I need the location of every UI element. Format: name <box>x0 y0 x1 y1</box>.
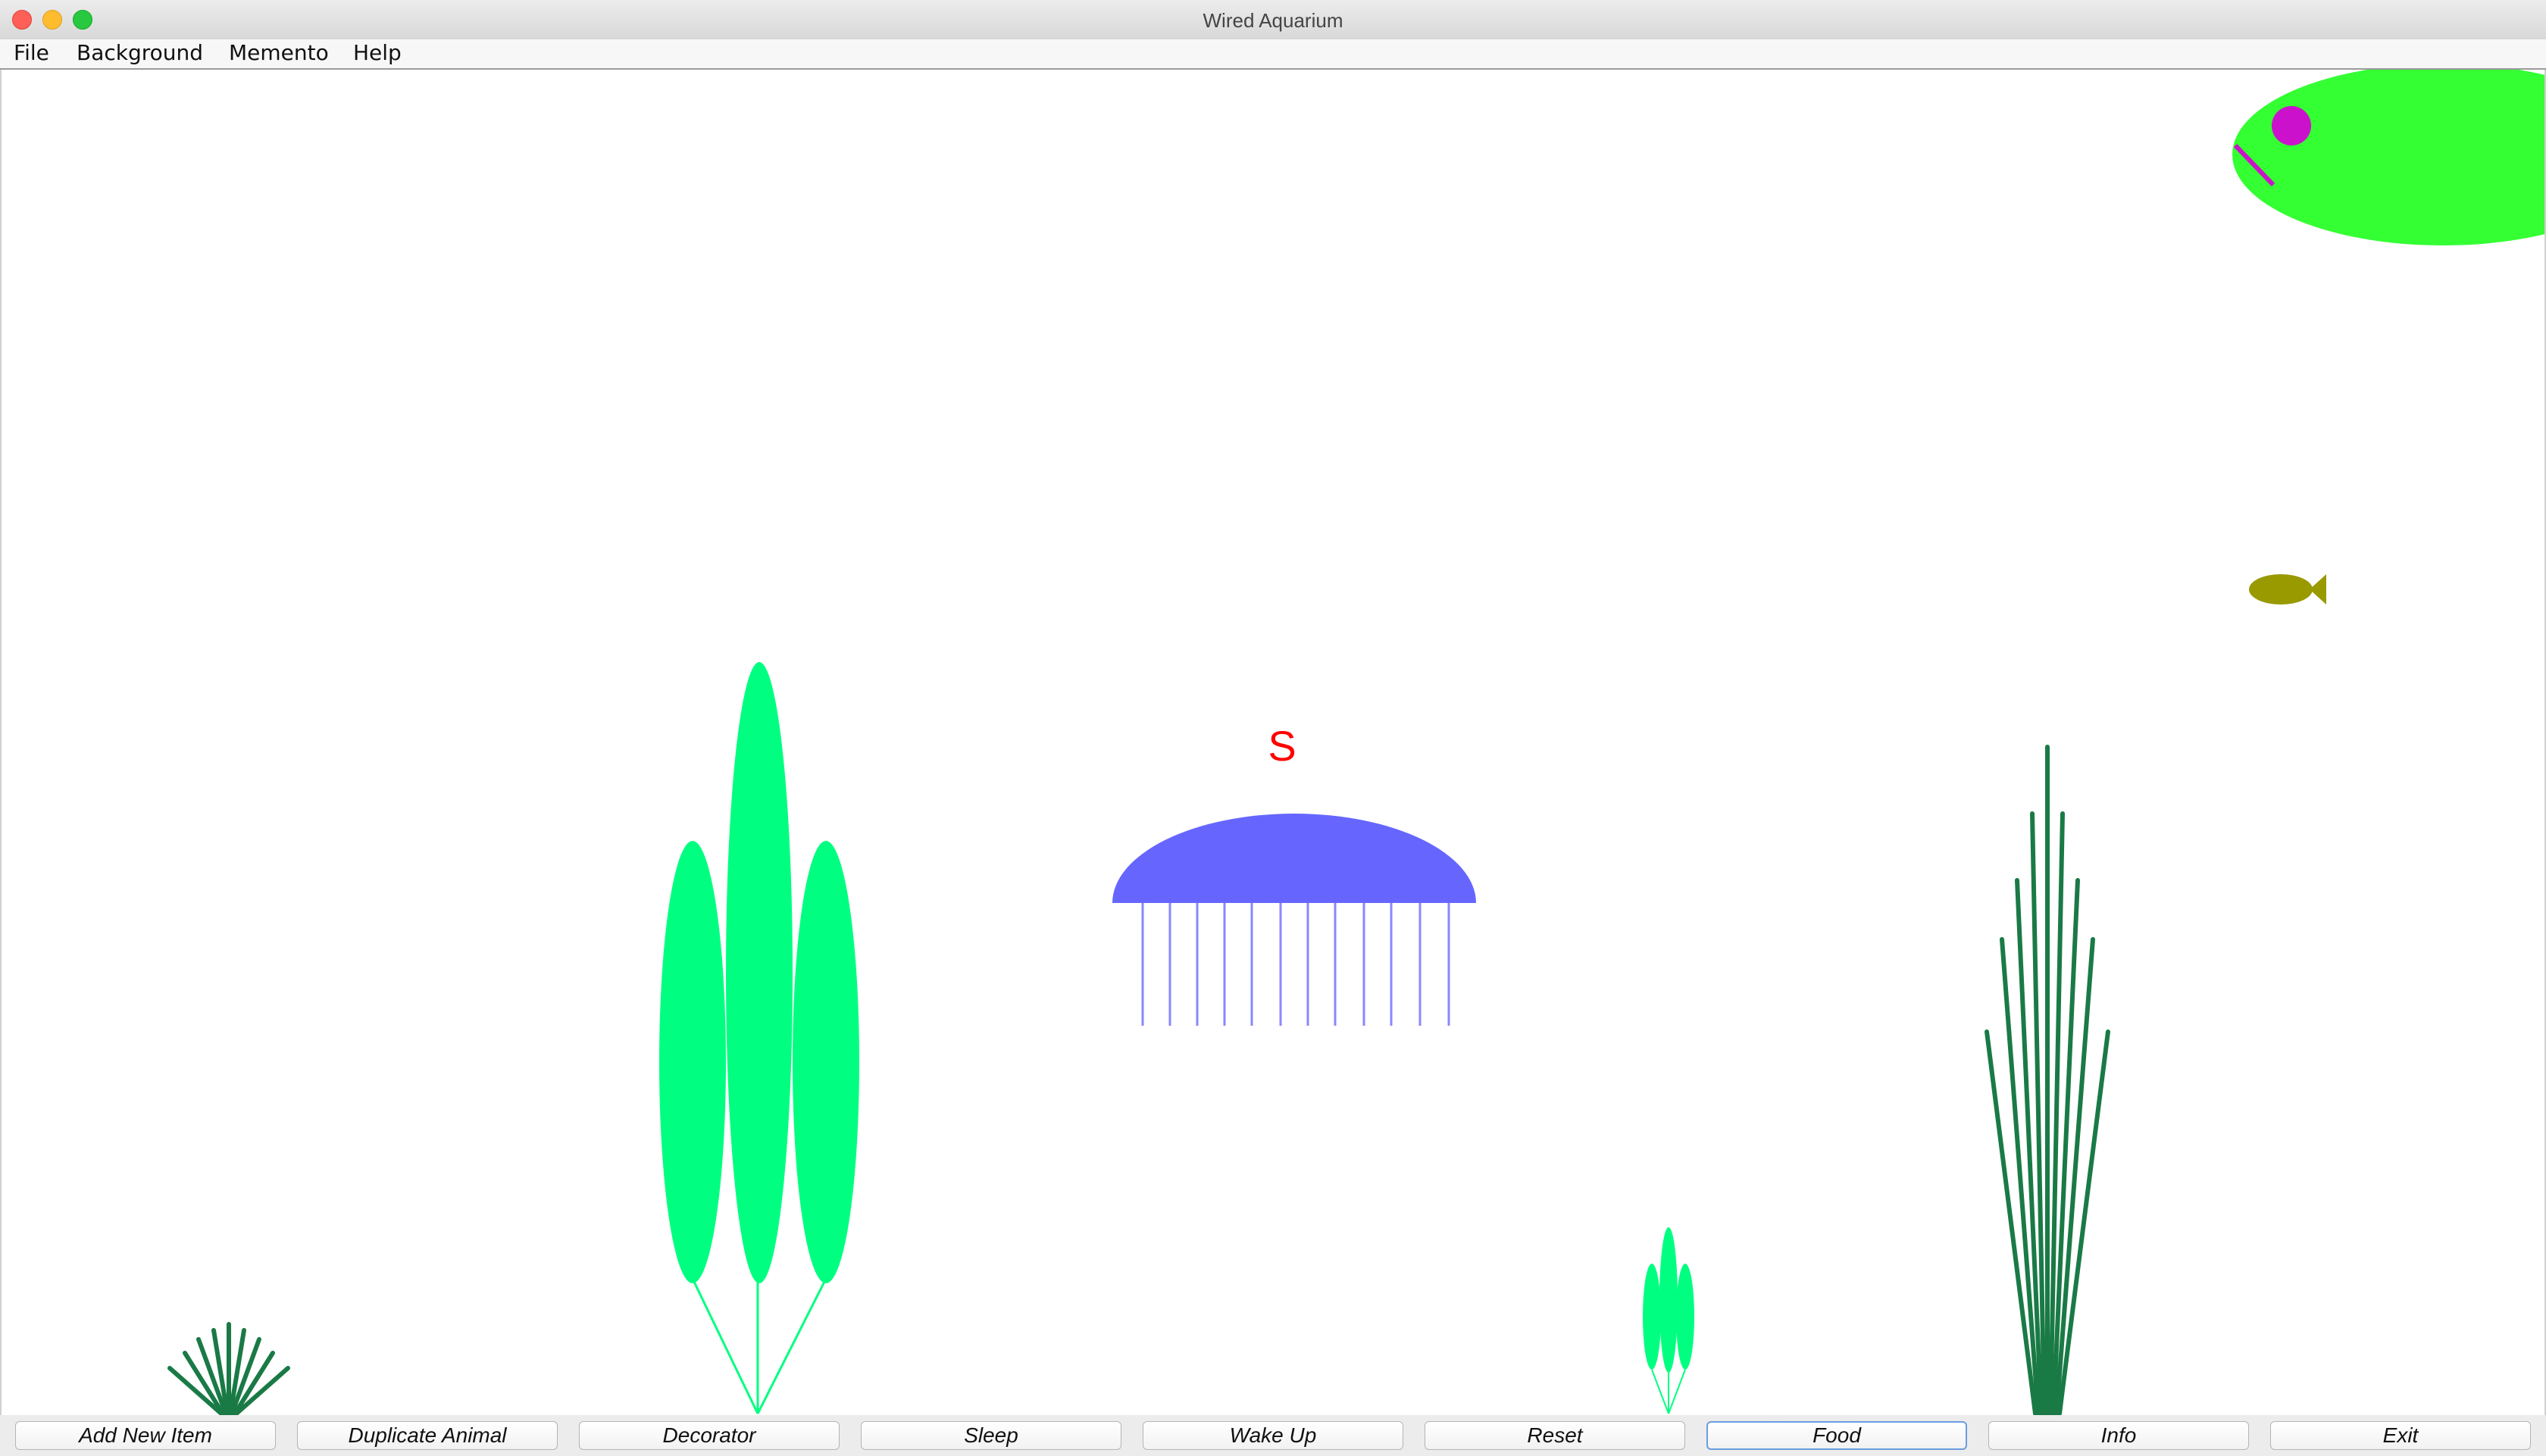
food-button[interactable]: Food <box>1706 1421 1967 1450</box>
jellyfish-tentacles <box>1141 903 1450 1026</box>
big-fish[interactable] <box>2232 70 2544 245</box>
decorator-button[interactable]: Decorator <box>579 1421 840 1450</box>
window-title: Wired Aquarium <box>1203 9 1343 32</box>
grass-tuft[interactable] <box>167 1322 290 1415</box>
menu-memento[interactable]: Memento <box>229 40 329 65</box>
small-fish-tail <box>2310 574 2326 605</box>
jellyfish[interactable]: S <box>1112 722 1476 1026</box>
tall-plant-leaf-center <box>726 662 793 1283</box>
reset-button[interactable]: Reset <box>1425 1421 1685 1450</box>
aquarium-canvas[interactable]: S <box>0 70 2546 1415</box>
small-leaf-plant[interactable] <box>1643 1227 1694 1414</box>
tall-seaweed[interactable] <box>1985 745 2110 1415</box>
duplicate-animal-button[interactable]: Duplicate Animal <box>297 1421 558 1450</box>
menu-bar: File Background Memento Help <box>0 39 2546 70</box>
wake-up-button[interactable]: Wake Up <box>1143 1421 1403 1450</box>
add-new-item-button[interactable]: Add New Item <box>15 1421 276 1450</box>
big-fish-body <box>2232 70 2544 245</box>
tall-plant-leaf-right <box>793 841 859 1283</box>
tall-plant-leaf-left <box>659 841 726 1283</box>
exit-button[interactable]: Exit <box>2270 1421 2531 1450</box>
jellyfish-marker: S <box>1268 722 1296 770</box>
tall-leaf-plant[interactable] <box>659 662 859 1414</box>
info-button[interactable]: Info <box>1988 1421 2249 1450</box>
small-fish-body <box>2249 574 2313 605</box>
menu-background[interactable]: Background <box>77 40 203 65</box>
big-fish-eye <box>2272 106 2311 145</box>
menu-file[interactable]: File <box>14 40 49 65</box>
menu-help[interactable]: Help <box>353 40 402 65</box>
jellyfish-bell <box>1112 814 1476 903</box>
title-bar: Wired Aquarium <box>0 0 2546 40</box>
aquarium-scene: S <box>167 70 2544 1415</box>
small-fish[interactable] <box>2249 574 2326 605</box>
sleep-button[interactable]: Sleep <box>861 1421 1121 1450</box>
app-window: Wired Aquarium File Background Memento H… <box>0 0 2546 1456</box>
button-bar: Add New Item Duplicate Animal Decorator … <box>0 1415 2546 1456</box>
